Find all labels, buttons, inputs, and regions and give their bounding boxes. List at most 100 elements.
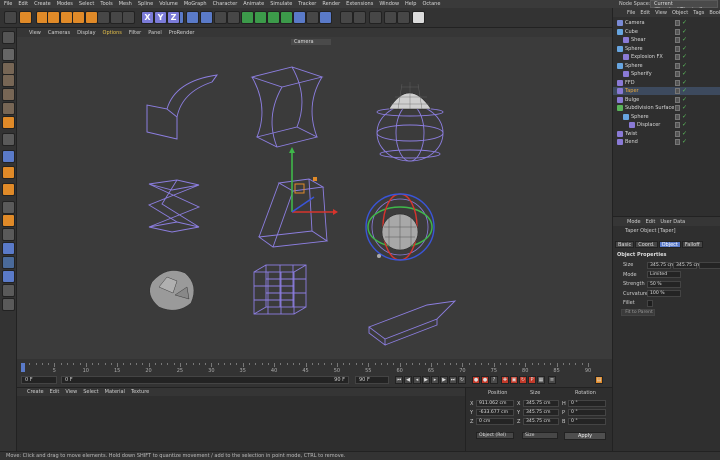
position-z-field[interactable]: 0 cm bbox=[476, 418, 514, 425]
menu-create[interactable]: Create bbox=[34, 1, 51, 7]
toolbar-button-7[interactable] bbox=[97, 11, 110, 24]
visibility-toggle[interactable] bbox=[675, 139, 680, 145]
property-value[interactable]: Limited bbox=[647, 271, 681, 278]
object-row[interactable]: Cube ✓ bbox=[613, 28, 720, 36]
material-menu-texture[interactable]: Texture bbox=[131, 389, 149, 395]
visibility-toggle[interactable] bbox=[675, 37, 680, 43]
last-frame-button[interactable]: ⏭ bbox=[449, 376, 457, 384]
coordinate-mode-select[interactable]: Object (Rel) bbox=[476, 432, 514, 439]
mode-button-1[interactable] bbox=[2, 48, 15, 61]
size-z-field[interactable]: 345.75 cm bbox=[523, 418, 559, 425]
first-frame-button[interactable]: ⏮ bbox=[395, 376, 403, 384]
timeline-menu-button[interactable]: ≡ bbox=[548, 376, 556, 384]
toolbar-button-17[interactable] bbox=[241, 11, 254, 24]
mode-button-11[interactable] bbox=[2, 201, 15, 214]
property-value[interactable]: 100 % bbox=[647, 290, 681, 297]
record-button[interactable]: ● bbox=[472, 376, 480, 384]
end-frame-field[interactable]: 90 F bbox=[355, 376, 389, 384]
mode-button-4[interactable] bbox=[2, 88, 15, 101]
mode-button-5[interactable] bbox=[2, 102, 15, 115]
object-row[interactable]: Bend ✓ bbox=[613, 138, 720, 146]
mode-button-10[interactable] bbox=[2, 183, 15, 196]
mode-button-3[interactable] bbox=[2, 74, 15, 87]
object-row[interactable]: Spherify ✓ bbox=[613, 70, 720, 78]
toolbar-button-18[interactable] bbox=[254, 11, 267, 24]
attribute-menu-mode[interactable]: Mode bbox=[627, 219, 641, 225]
mode-button-14[interactable] bbox=[2, 242, 15, 255]
property-value[interactable] bbox=[647, 299, 653, 307]
property-value[interactable]: 50 % bbox=[647, 280, 681, 288]
axis-y-button[interactable]: Y bbox=[154, 11, 167, 24]
object-menu-edit[interactable]: Edit bbox=[640, 10, 650, 16]
mode-button-6[interactable] bbox=[2, 116, 15, 129]
toolbar-button-5[interactable] bbox=[72, 11, 85, 24]
viewport-scene[interactable] bbox=[17, 37, 612, 359]
prev-key-button[interactable]: ◀ bbox=[404, 376, 412, 384]
loop-button[interactable]: ↻ bbox=[458, 376, 466, 384]
toolbar-button-20[interactable] bbox=[280, 11, 293, 24]
rotation-b-field[interactable]: 0 ° bbox=[568, 418, 606, 425]
object-row[interactable]: Twist ✓ bbox=[613, 130, 720, 138]
menu-tracker[interactable]: Tracker bbox=[298, 1, 316, 7]
menu-volume[interactable]: Volume bbox=[159, 1, 178, 7]
enable-check-icon[interactable]: ✓ bbox=[682, 130, 687, 138]
toolbar-button-27[interactable] bbox=[384, 11, 397, 24]
toolbar-button-21[interactable] bbox=[293, 11, 306, 24]
toolbar-button-25[interactable] bbox=[353, 11, 366, 24]
next-key-button[interactable]: ▶ bbox=[440, 376, 448, 384]
size-x-field[interactable]: 345.75 cm bbox=[523, 400, 559, 407]
enable-check-icon[interactable]: ✓ bbox=[682, 87, 687, 95]
toolbar-button-9[interactable] bbox=[122, 11, 135, 24]
mode-button-0[interactable] bbox=[2, 31, 15, 44]
axis-x-button[interactable]: X bbox=[141, 11, 154, 24]
key-rotation-button[interactable]: ↻ bbox=[519, 376, 527, 384]
enable-check-icon[interactable]: ✓ bbox=[682, 62, 687, 70]
visibility-toggle[interactable] bbox=[675, 79, 680, 86]
frame-ruler[interactable]: 051015202530354045505560657075808590 bbox=[21, 363, 591, 374]
toolbar-button-19[interactable] bbox=[267, 11, 280, 24]
visibility-toggle[interactable] bbox=[675, 71, 680, 77]
material-menu-edit[interactable]: Edit bbox=[50, 389, 60, 395]
position-x-field[interactable]: 911.062 cm bbox=[476, 400, 514, 407]
menu-character[interactable]: Character bbox=[213, 1, 238, 7]
visibility-toggle[interactable] bbox=[675, 88, 680, 94]
toolbar-button-15[interactable] bbox=[214, 11, 227, 24]
object-menu-file[interactable]: File bbox=[627, 10, 635, 16]
enable-check-icon[interactable]: ✓ bbox=[682, 138, 687, 146]
enable-check-icon[interactable]: ✓ bbox=[682, 121, 687, 129]
toolbar-button-29[interactable] bbox=[412, 11, 425, 24]
mode-button-9[interactable] bbox=[2, 166, 15, 179]
axis-z-button[interactable]: Z bbox=[167, 11, 180, 24]
menu-simulate[interactable]: Simulate bbox=[270, 1, 292, 7]
prev-frame-button[interactable]: ◂ bbox=[413, 376, 421, 384]
fit-to-parent-button[interactable]: Fit to Parent bbox=[621, 309, 655, 316]
viewport-menu-filter[interactable]: Filter bbox=[129, 30, 141, 36]
menu-mograph[interactable]: MoGraph bbox=[184, 1, 207, 7]
toolbar-button-16[interactable] bbox=[227, 11, 240, 24]
menu-animate[interactable]: Animate bbox=[243, 1, 264, 7]
toolbar-button-3[interactable] bbox=[47, 11, 60, 24]
node-space-select[interactable]: Current (Standard/Physical) bbox=[650, 0, 718, 13]
enable-check-icon[interactable]: ✓ bbox=[682, 36, 687, 44]
rotation-p-field[interactable]: 0 ° bbox=[568, 409, 606, 416]
menu-modes[interactable]: Modes bbox=[57, 1, 73, 7]
key-pla-button[interactable]: ▦ bbox=[537, 376, 545, 384]
menu-render[interactable]: Render bbox=[322, 1, 340, 7]
toolbar-button-13[interactable] bbox=[186, 11, 199, 24]
object-row[interactable]: FFD ✓ bbox=[613, 79, 720, 87]
mode-button-8[interactable] bbox=[2, 150, 15, 163]
visibility-toggle[interactable] bbox=[675, 105, 680, 111]
toolbar-button-24[interactable] bbox=[340, 11, 353, 24]
object-menu-object[interactable]: Object bbox=[672, 10, 688, 16]
toolbar-button-22[interactable] bbox=[306, 11, 319, 24]
menu-mesh[interactable]: Mesh bbox=[119, 1, 132, 7]
enable-check-icon[interactable]: ✓ bbox=[682, 70, 687, 78]
object-row[interactable]: Explosion FX ✓ bbox=[613, 53, 720, 61]
enable-check-icon[interactable]: ✓ bbox=[682, 79, 687, 87]
viewport[interactable]: Camera bbox=[17, 37, 612, 359]
object-row[interactable]: Bulge ✓ bbox=[613, 96, 720, 104]
visibility-toggle[interactable] bbox=[675, 62, 680, 69]
autokey-button[interactable]: ● bbox=[481, 376, 489, 384]
viewport-menu-view[interactable]: View bbox=[29, 30, 41, 36]
object-menu-tags[interactable]: Tags bbox=[693, 10, 704, 16]
